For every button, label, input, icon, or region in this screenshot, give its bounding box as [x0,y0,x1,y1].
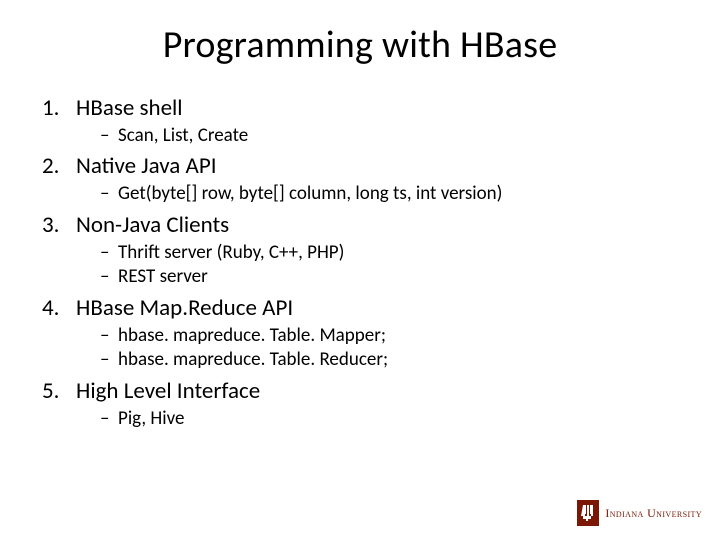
sub-list: Pig, Hive [30,407,690,432]
sub-list: Scan, List, Create [30,124,690,149]
item-heading: HBase shell [30,94,690,123]
list-item: Native Java API Get(byte[] row, byte[] c… [30,152,690,206]
outline-list: HBase shell Scan, List, Create Native Ja… [30,94,690,432]
item-heading: HBase Map.Reduce API [30,294,690,323]
list-item: High Level Interface Pig, Hive [30,377,690,431]
sub-item: hbase. mapreduce. Table. Reducer; [100,348,690,373]
sub-item: Pig, Hive [100,407,690,432]
sub-list: Thrift server (Ruby, C++, PHP) REST serv… [30,241,690,290]
list-item: HBase Map.Reduce API hbase. mapreduce. T… [30,294,690,373]
slide-title: Programming with HBase [30,22,690,68]
sub-item: Get(byte[] row, byte[] column, long ts, … [100,182,690,207]
item-heading: Native Java API [30,152,690,181]
sub-list: Get(byte[] row, byte[] column, long ts, … [30,182,690,207]
sub-item: hbase. mapreduce. Table. Mapper; [100,324,690,349]
item-heading: High Level Interface [30,377,690,406]
list-item: Non-Java Clients Thrift server (Ruby, C+… [30,211,690,290]
sub-item: Scan, List, Create [100,124,690,149]
sub-item: Thrift server (Ruby, C++, PHP) [100,241,690,266]
list-item: HBase shell Scan, List, Create [30,94,690,148]
item-heading: Non-Java Clients [30,211,690,240]
iu-trident-icon [577,500,599,526]
footer-logo: Indiana University [577,500,702,526]
sub-list: hbase. mapreduce. Table. Mapper; hbase. … [30,324,690,373]
sub-item: REST server [100,265,690,290]
university-name: Indiana University [605,506,702,521]
